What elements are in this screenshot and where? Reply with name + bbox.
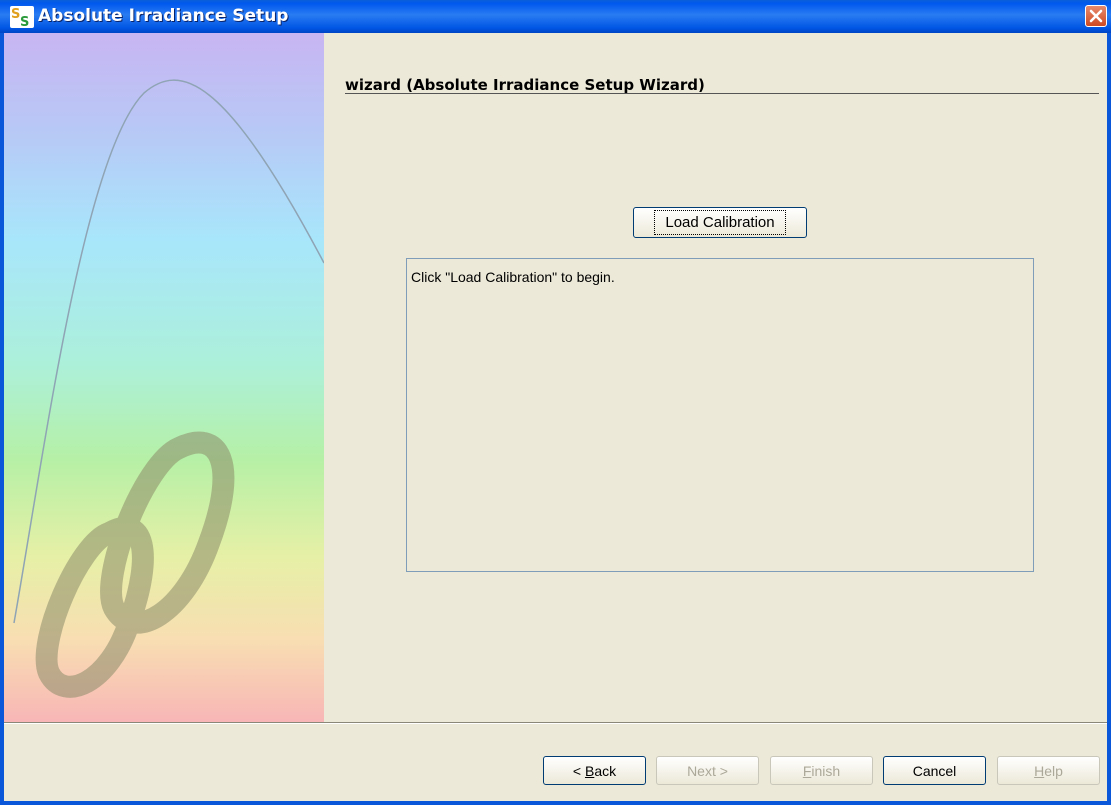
message-text: Click "Load Calibration" to begin. [411, 269, 615, 285]
back-label-pre: < [572, 762, 585, 779]
title-bar[interactable]: S S Absolute Irradiance Setup [0, 0, 1111, 33]
cancel-label: Cancel [912, 762, 957, 779]
svg-text:S: S [11, 7, 20, 22]
spectrum-curve [13, 79, 324, 624]
heading-divider [345, 93, 1099, 94]
back-label-post: ack [594, 762, 617, 779]
ocean-optics-logo [35, 431, 235, 698]
help-mnemonic: H [1034, 762, 1045, 779]
help-label-post: elp [1044, 762, 1063, 779]
finish-mnemonic: F [802, 762, 812, 779]
cancel-button[interactable]: Cancel [883, 756, 986, 785]
back-button[interactable]: < Back [543, 756, 646, 785]
load-calibration-button[interactable]: Load Calibration [633, 207, 807, 238]
bottom-divider-highlight [4, 723, 1107, 724]
close-icon [1089, 9, 1103, 23]
message-area[interactable]: Click "Load Calibration" to begin. [406, 258, 1034, 572]
window-frame-bottom [0, 801, 1111, 805]
close-button[interactable] [1085, 5, 1107, 27]
back-mnemonic: B [584, 762, 595, 779]
wizard-heading: wizard (Absolute Irradiance Setup Wizard… [345, 76, 705, 94]
finish-label-post: inish [811, 762, 841, 779]
window-title: Absolute Irradiance Setup [38, 6, 289, 26]
next-button[interactable]: Next > [656, 756, 759, 785]
wizard-side-image [4, 33, 324, 722]
next-label: Next > [687, 762, 728, 779]
load-calibration-label: Load Calibration [654, 210, 786, 235]
help-button[interactable]: Help [997, 756, 1100, 785]
finish-button[interactable]: Finish [770, 756, 873, 785]
window-frame-right [1107, 33, 1111, 805]
svg-text:S: S [20, 15, 29, 28]
spectrasuite-icon: S S [10, 6, 34, 28]
